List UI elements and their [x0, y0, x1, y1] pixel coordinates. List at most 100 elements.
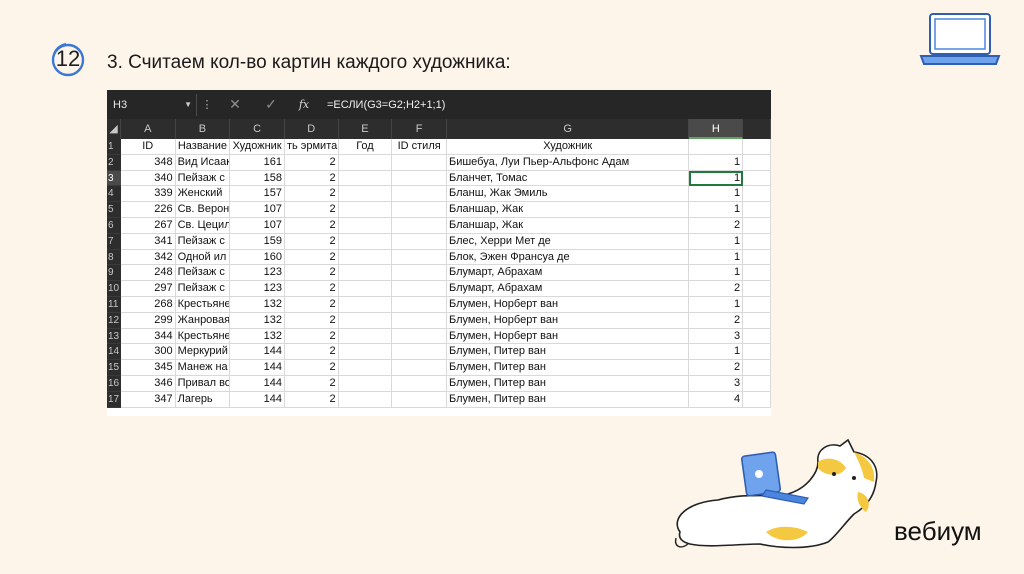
cell-g6[interactable]: Бланшар, Жак: [446, 217, 690, 234]
cell-f3[interactable]: [392, 170, 447, 187]
cell-e2[interactable]: [338, 154, 393, 171]
cell-blank[interactable]: [743, 375, 771, 392]
cell-d15[interactable]: 2: [284, 360, 339, 376]
cell-a5[interactable]: 226: [120, 202, 176, 218]
cell-e13[interactable]: [338, 328, 393, 345]
cell-b11[interactable]: Крестьяне: [175, 296, 231, 313]
cell-c13[interactable]: 132: [230, 328, 285, 345]
cell-e10[interactable]: [338, 281, 393, 297]
cell-c17[interactable]: 144: [230, 391, 285, 408]
row-header[interactable]: 14: [107, 344, 121, 361]
cell-b15[interactable]: Манеж на: [175, 360, 231, 376]
cell-g15[interactable]: Блумен, Питер ван: [446, 360, 690, 376]
cell-c9[interactable]: 123: [230, 265, 285, 282]
cell-g3[interactable]: Бланчет, Томас: [446, 170, 690, 187]
cell-g8[interactable]: Блок, Эжен Франсуа де: [446, 249, 690, 266]
row-header[interactable]: 13: [107, 328, 121, 345]
cell-e7[interactable]: [338, 233, 393, 250]
cell-b7[interactable]: Пейзаж с: [175, 233, 231, 250]
formula-input[interactable]: =ЕСЛИ(G3=G2;H2+1;1): [327, 99, 445, 111]
cell-f8[interactable]: [392, 249, 447, 266]
cell-f10[interactable]: [392, 281, 447, 297]
cell-f16[interactable]: [392, 375, 447, 392]
cell-e15[interactable]: [338, 360, 393, 376]
cell-c3[interactable]: 158: [230, 170, 285, 187]
cell-blank[interactable]: [743, 296, 771, 313]
cell-f13[interactable]: [392, 328, 447, 345]
cell-a8[interactable]: 342: [120, 249, 176, 266]
row-header[interactable]: 8: [107, 249, 121, 266]
cell-f11[interactable]: [392, 296, 447, 313]
cell-c5[interactable]: 107: [230, 202, 285, 218]
cell-d2[interactable]: 2: [284, 154, 339, 171]
cell-h16[interactable]: 3: [689, 375, 744, 392]
cell-c2[interactable]: 161: [230, 154, 285, 171]
cell-c16[interactable]: 144: [230, 375, 285, 392]
cell-b2[interactable]: Вид Исаак: [175, 154, 231, 171]
cell-d3[interactable]: 2: [284, 170, 339, 187]
row-header[interactable]: 9: [107, 265, 121, 282]
cell-blank[interactable]: [743, 344, 771, 361]
column-header-c[interactable]: C: [230, 119, 285, 139]
cell-e8[interactable]: [338, 249, 393, 266]
row-header[interactable]: 16: [107, 375, 121, 392]
cell-blank[interactable]: [743, 312, 771, 329]
cell-f14[interactable]: [392, 344, 447, 361]
cell-blank[interactable]: [743, 154, 771, 171]
cell-d6[interactable]: 2: [284, 217, 339, 234]
row-header[interactable]: 5: [107, 202, 121, 218]
cell-f12[interactable]: [392, 312, 447, 329]
cell-e17[interactable]: [338, 391, 393, 408]
cell-d10[interactable]: 2: [284, 281, 339, 297]
cell-a14[interactable]: 300: [120, 344, 176, 361]
cell-d1[interactable]: ть эрмита: [284, 139, 339, 155]
cell-e9[interactable]: [338, 265, 393, 282]
cell-h4[interactable]: 1: [689, 186, 744, 203]
cell-d13[interactable]: 2: [284, 328, 339, 345]
cell-h8[interactable]: 1: [689, 249, 744, 266]
cell-a4[interactable]: 339: [120, 186, 176, 203]
check-icon[interactable]: ✓: [253, 96, 289, 113]
cell-blank[interactable]: [743, 360, 771, 376]
cell-d7[interactable]: 2: [284, 233, 339, 250]
cell-g9[interactable]: Блумарт, Абрахам: [446, 265, 690, 282]
cell-h15[interactable]: 2: [689, 360, 744, 376]
cell-c12[interactable]: 132: [230, 312, 285, 329]
cell-grid[interactable]: 1 ID Название Художник ть эрмита Год ID стиля Х…: [107, 139, 771, 408]
select-all-corner[interactable]: ◢: [107, 119, 121, 139]
row-header[interactable]: 2: [107, 154, 121, 171]
cell-g4[interactable]: Бланш, Жак Эмиль: [446, 186, 690, 203]
cell-b12[interactable]: Жанровая: [175, 312, 231, 329]
cell-a9[interactable]: 248: [120, 265, 176, 282]
cell-h6[interactable]: 2: [689, 217, 744, 234]
cell-d16[interactable]: 2: [284, 375, 339, 392]
row-header[interactable]: 7: [107, 233, 121, 250]
cell-f17[interactable]: [392, 391, 447, 408]
column-header-f[interactable]: F: [392, 119, 447, 139]
cell-b6[interactable]: Св. Цецил: [175, 217, 231, 234]
cell-f6[interactable]: [392, 217, 447, 234]
cell-e12[interactable]: [338, 312, 393, 329]
cell-d14[interactable]: 2: [284, 344, 339, 361]
cell-g1[interactable]: Художник: [446, 139, 690, 155]
cell-h11[interactable]: 1: [689, 296, 744, 313]
cell-c15[interactable]: 144: [230, 360, 285, 376]
cell-a3[interactable]: 340: [120, 170, 176, 187]
cell-c6[interactable]: 107: [230, 217, 285, 234]
cell-g14[interactable]: Блумен, Питер ван: [446, 344, 690, 361]
cell-c7[interactable]: 159: [230, 233, 285, 250]
cell-a7[interactable]: 341: [120, 233, 176, 250]
cell-g13[interactable]: Блумен, Норберт ван: [446, 328, 690, 345]
cell-a10[interactable]: 297: [120, 281, 176, 297]
cell-f4[interactable]: [392, 186, 447, 203]
column-header-e[interactable]: E: [339, 119, 393, 139]
fx-icon[interactable]: fx: [289, 98, 319, 111]
cell-g17[interactable]: Блумен, Питер ван: [446, 391, 690, 408]
cell-a12[interactable]: 299: [120, 312, 176, 329]
column-header-h[interactable]: H: [689, 119, 744, 139]
cell-b4[interactable]: Женский: [175, 186, 231, 203]
cell-f1[interactable]: ID стиля: [392, 139, 447, 155]
column-header-g[interactable]: G: [447, 119, 690, 139]
cell-c10[interactable]: 123: [230, 281, 285, 297]
cell-c4[interactable]: 157: [230, 186, 285, 203]
